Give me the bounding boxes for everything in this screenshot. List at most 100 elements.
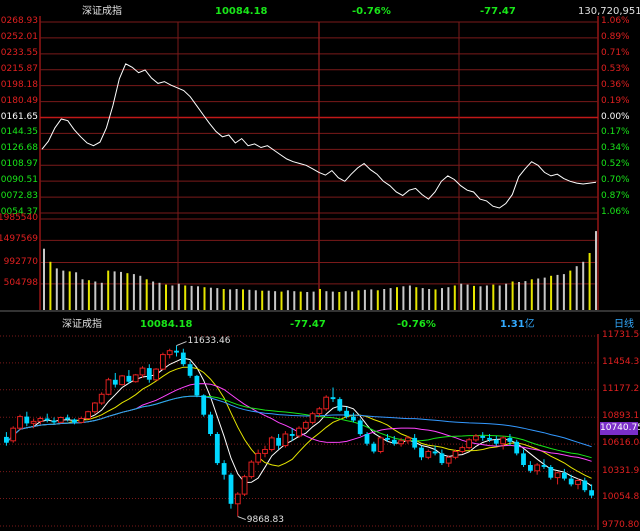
kline-change-pct: -0.76% — [397, 319, 436, 330]
intraday-right-tick: 1.06% — [601, 207, 630, 217]
candle-body — [507, 437, 513, 442]
kline-right-tick: 11731.50 — [602, 330, 640, 340]
volume-bar — [511, 281, 514, 310]
intraday-right-tick: 0.52% — [601, 159, 630, 170]
candle-body — [323, 396, 330, 410]
volume-bar — [203, 287, 206, 310]
intraday-left-tick: 10108.97 — [0, 159, 38, 170]
volume-bar — [485, 285, 488, 310]
intraday-right-tick: 0.71% — [601, 47, 630, 58]
candle-body — [337, 399, 343, 411]
intraday-right-tick: 0.00% — [601, 111, 630, 122]
candle-body — [296, 427, 302, 437]
volume-bar — [550, 275, 553, 310]
candle-body — [439, 453, 445, 464]
volume-bar — [428, 289, 431, 310]
candle-body — [528, 465, 533, 471]
candle-body — [17, 416, 23, 429]
candle-body — [30, 420, 37, 424]
intraday-left-tick: 10198.18 — [0, 79, 38, 90]
volume-bar — [505, 283, 508, 310]
kline-amount-num: 1.31 — [500, 319, 525, 330]
volume-bar — [325, 291, 328, 310]
candle-body — [44, 418, 50, 421]
kline-right-tick: 10893.17 — [602, 411, 640, 422]
intraday-left-tick: 10252.01 — [0, 31, 38, 42]
candle-body — [174, 350, 179, 353]
kline-amount-unit: 亿 — [524, 319, 535, 330]
volume-bar — [344, 291, 347, 310]
volume-bar — [177, 283, 180, 310]
volume-bar — [68, 271, 71, 310]
candle-body — [493, 439, 499, 444]
volume-bar — [383, 289, 386, 310]
volume-bar — [537, 278, 540, 310]
intraday-index-name: 深证成指 — [82, 6, 122, 17]
volume-bar — [209, 287, 212, 310]
volume-bar — [132, 274, 135, 310]
candle-body — [248, 461, 255, 478]
intraday-left-tick: 10072.83 — [0, 191, 38, 202]
candle-body — [139, 367, 146, 376]
intraday-right-tick: 0.36% — [601, 79, 630, 90]
candle-body — [419, 447, 424, 458]
volume-bar — [145, 279, 148, 310]
volume-bar — [165, 284, 167, 310]
volume-bar — [235, 289, 238, 310]
candle-body — [105, 379, 112, 395]
intraday-right-tick: 0.87% — [601, 191, 630, 202]
candle-body — [405, 437, 411, 442]
kline-amount: 1.31亿 — [500, 319, 535, 331]
volume-bar — [582, 261, 585, 310]
volume-bar — [158, 282, 161, 310]
intraday-left-tick: 10144.35 — [0, 127, 38, 138]
intraday-left-tick: 10268.93 — [0, 16, 38, 26]
candle-body — [568, 478, 574, 485]
candle-body — [357, 420, 363, 435]
candle-body — [302, 421, 309, 429]
intraday-left-tick: 10126.68 — [0, 143, 38, 154]
volume-bar — [139, 275, 142, 310]
intraday-left-tick: 10215.87 — [0, 63, 38, 74]
candle-body — [234, 493, 241, 505]
volume-bar — [473, 285, 475, 310]
candle-body — [412, 437, 418, 448]
candle-body — [194, 375, 200, 396]
candle-body — [241, 476, 248, 495]
volume-bar — [338, 292, 341, 310]
volume-bar — [242, 289, 244, 310]
kline-low-label: 9868.83 — [246, 514, 284, 525]
ma5-line — [6, 357, 592, 487]
kline-right-tick: 11177.23 — [602, 383, 640, 394]
volume-bar — [376, 290, 379, 310]
volume-bar — [254, 290, 257, 310]
volume-bar — [498, 285, 501, 310]
candle-body — [262, 449, 268, 454]
volume-bar — [351, 291, 354, 310]
volume-bar — [518, 282, 520, 310]
ma20-line — [6, 383, 592, 462]
candle-body — [589, 490, 594, 496]
candle-body — [466, 439, 473, 449]
candle-body — [582, 480, 588, 491]
volume-bar — [453, 285, 456, 310]
candle-body — [534, 464, 541, 472]
volume-bar — [49, 261, 52, 310]
volume-bar — [126, 273, 129, 310]
candle-body — [344, 410, 349, 417]
high-marker-line — [176, 341, 187, 347]
candle-body — [72, 419, 77, 423]
kline-right-tick: 11454.36 — [602, 356, 640, 367]
volume-bar — [274, 291, 277, 310]
candle-body — [208, 414, 213, 434]
volume-bar — [197, 286, 199, 310]
candle-body — [221, 463, 227, 475]
candle-body — [554, 472, 561, 479]
candle-body — [473, 435, 479, 441]
candle-body — [255, 452, 262, 463]
candle-body — [24, 416, 30, 424]
candle-body — [268, 437, 275, 451]
candle-body — [452, 451, 459, 458]
volume-bar — [447, 287, 450, 310]
volume-bar — [87, 280, 90, 310]
